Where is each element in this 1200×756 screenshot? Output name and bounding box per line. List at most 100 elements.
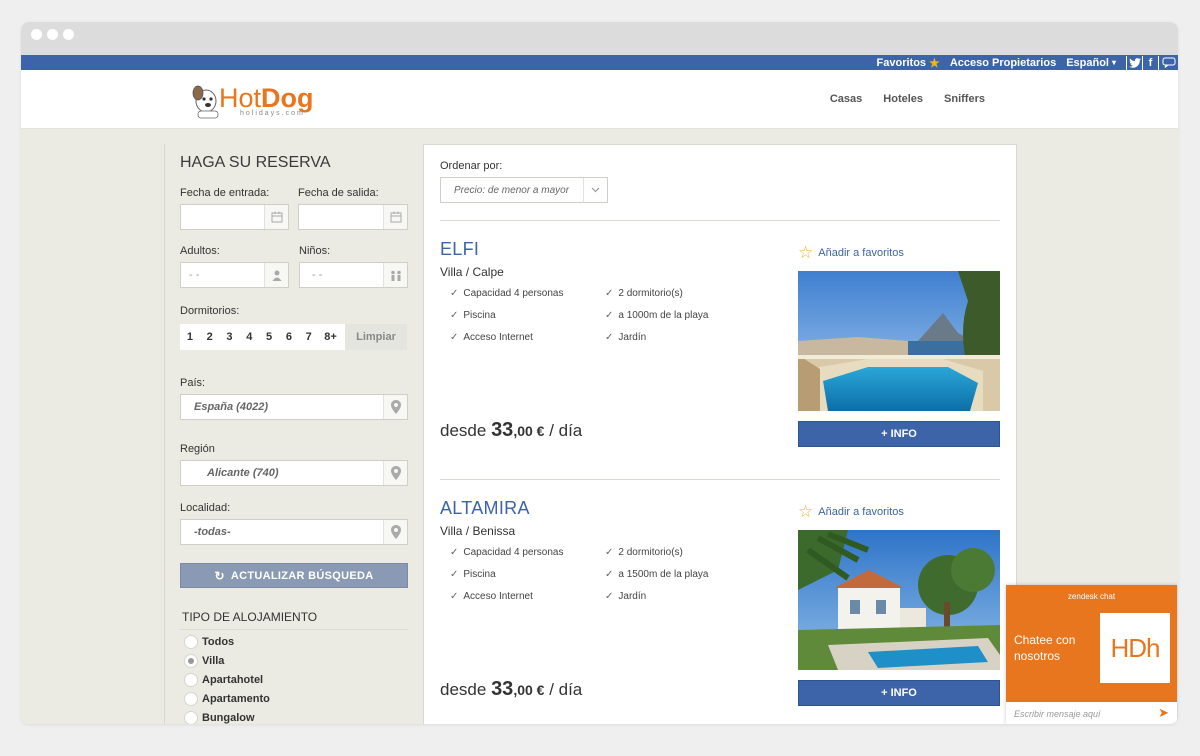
add-favorite-link[interactable]: ☆ Añadir a favoritos xyxy=(798,502,904,522)
price-amount: 33 xyxy=(491,419,514,441)
rooms-label: Dormitorios: xyxy=(180,305,240,317)
radio-villa[interactable] xyxy=(184,654,198,668)
room-option-3[interactable]: 3 xyxy=(220,331,240,343)
check-icon: ✓ xyxy=(605,310,614,321)
property-card: ELFI Villa / Calpe ✓ Capacidad 4 personas… xyxy=(440,239,1000,469)
twitter-icon[interactable] xyxy=(1126,55,1142,70)
property-name[interactable]: ALTAMIRA xyxy=(440,498,530,519)
feature-item: ✓ 2 dormitorio(s) xyxy=(605,288,683,299)
favoritos-label: Favoritos xyxy=(876,56,927,69)
results-panel: Ordenar por: Precio: de menor a mayor EL… xyxy=(423,144,1017,724)
property-name[interactable]: ELFI xyxy=(440,239,479,260)
feature-item: ✓ Acceso Internet xyxy=(450,332,533,343)
info-button[interactable]: + INFO xyxy=(798,680,1000,706)
window-maximize-dot[interactable] xyxy=(63,29,74,40)
rooms-selector: 1 2 3 4 5 6 7 8+ Limpiar xyxy=(180,324,407,350)
sidebar-title: HAGA SU RESERVA xyxy=(180,154,331,171)
site-header: HotDog holidays.com Casas Hoteles Sniffe… xyxy=(21,70,1178,129)
room-option-1[interactable]: 1 xyxy=(180,331,200,343)
divider xyxy=(180,629,408,630)
language-label: Español xyxy=(1066,56,1109,69)
hotdog-logo[interactable]: HotDog holidays.com xyxy=(188,79,320,121)
check-icon: ✓ xyxy=(605,591,614,602)
facebook-icon[interactable]: f xyxy=(1142,55,1158,70)
main-nav: Casas Hoteles Sniffers xyxy=(809,93,985,105)
send-icon[interactable]: ➤ xyxy=(1158,705,1169,721)
room-option-5[interactable]: 5 xyxy=(259,331,279,343)
room-option-6[interactable]: 6 xyxy=(279,331,299,343)
chat-input[interactable]: Escribir mensaje aquí xyxy=(1014,709,1101,719)
person-icon xyxy=(264,263,288,287)
feature-label: Jardín xyxy=(618,332,647,343)
kids-select[interactable]: - - xyxy=(299,262,408,288)
feature-label: Acceso Internet xyxy=(463,332,533,343)
logo-dog: Dog xyxy=(261,83,314,113)
refresh-icon: ↻ xyxy=(214,568,225,583)
nav-hoteles[interactable]: Hoteles xyxy=(883,93,923,105)
sort-label: Ordenar por: xyxy=(440,160,503,172)
property-type: Villa / Benissa xyxy=(440,524,516,538)
check-icon: ✓ xyxy=(605,547,614,558)
calendar-icon[interactable] xyxy=(383,205,407,229)
radio-label-bungalow: Bungalow xyxy=(202,712,255,724)
acceso-propietarios-link[interactable]: Acceso Propietarios xyxy=(950,57,1056,69)
feature-label: Acceso Internet xyxy=(463,591,533,602)
language-select[interactable]: Español ▾ xyxy=(1066,57,1116,69)
chat-widget[interactable]: zendesk chat Chatee con nosotros HDh Esc… xyxy=(1006,585,1177,724)
villa-garden-photo xyxy=(798,530,1000,670)
add-favorite-link[interactable]: ☆ Añadir a favoritos xyxy=(798,243,904,263)
property-type: Villa / Calpe xyxy=(440,265,504,279)
locality-select[interactable]: -todas- xyxy=(180,519,408,545)
sort-select[interactable]: Precio: de menor a mayor xyxy=(440,177,608,203)
property-price: desde 33,00 € / día xyxy=(440,678,582,701)
adults-value: - - xyxy=(189,269,200,281)
radio-apartahotel[interactable] xyxy=(184,673,198,687)
info-button[interactable]: + INFO xyxy=(798,421,1000,447)
checkout-input[interactable] xyxy=(298,204,408,230)
nav-sniffers[interactable]: Sniffers xyxy=(944,93,985,105)
adults-select[interactable]: - - xyxy=(180,262,289,288)
room-option-7[interactable]: 7 xyxy=(299,331,319,343)
chat-provider-label: zendesk chat xyxy=(1067,592,1116,601)
kids-label: Niños: xyxy=(299,245,331,257)
feature-label: 2 dormitorio(s) xyxy=(618,288,683,299)
map-pin-icon xyxy=(383,520,407,544)
region-label: Región xyxy=(180,443,215,455)
region-select[interactable]: Alicante (740) xyxy=(180,460,408,486)
country-select[interactable]: España (4022) xyxy=(180,394,408,420)
feature-label: a 1500m de la playa xyxy=(618,569,709,580)
property-photo[interactable] xyxy=(798,530,1000,670)
property-photo[interactable] xyxy=(798,271,1000,411)
checkout-label: Fecha de salida: xyxy=(298,187,379,199)
calendar-icon[interactable] xyxy=(264,205,288,229)
room-option-8plus[interactable]: 8+ xyxy=(319,331,343,343)
feature-label: Capacidad 4 personas xyxy=(463,547,564,558)
logo-hot: Hot xyxy=(219,83,262,113)
room-option-4[interactable]: 4 xyxy=(239,331,259,343)
chat-bubble-icon[interactable] xyxy=(1158,55,1178,70)
sort-value: Precio: de menor a mayor xyxy=(454,185,570,196)
property-card: ALTAMIRA Villa / Benissa ✓ Capacidad 4 pe… xyxy=(440,498,1000,724)
check-icon: ✓ xyxy=(450,310,459,321)
window-close-dot[interactable] xyxy=(31,29,42,40)
checkin-input[interactable] xyxy=(180,204,289,230)
caret-down-icon: ▾ xyxy=(1111,58,1116,67)
rooms-clear-button[interactable]: Limpiar xyxy=(345,324,407,350)
top-bar: Favoritos ★ Acceso Propietarios Español … xyxy=(21,55,1178,70)
check-icon: ✓ xyxy=(450,591,459,602)
favoritos-link[interactable]: Favoritos ★ xyxy=(877,56,940,70)
radio-apartamento[interactable] xyxy=(184,692,198,706)
radio-bungalow[interactable] xyxy=(184,711,198,724)
favorite-label: Añadir a favoritos xyxy=(818,247,904,259)
checkin-label: Fecha de entrada: xyxy=(180,187,270,199)
window-minimize-dot[interactable] xyxy=(47,29,58,40)
update-search-button[interactable]: ↻ ACTUALIZAR BÚSQUEDA xyxy=(180,563,408,588)
radio-label-villa: Villa xyxy=(202,655,225,667)
feature-item: ✓ Jardín xyxy=(605,332,646,343)
radio-todos[interactable] xyxy=(184,635,198,649)
update-search-label: ACTUALIZAR BÚSQUEDA xyxy=(230,569,374,582)
room-option-2[interactable]: 2 xyxy=(200,331,220,343)
nav-casas[interactable]: Casas xyxy=(830,93,862,105)
feature-item: ✓ Acceso Internet xyxy=(450,591,533,602)
feature-item: ✓ Capacidad 4 personas xyxy=(450,547,563,558)
